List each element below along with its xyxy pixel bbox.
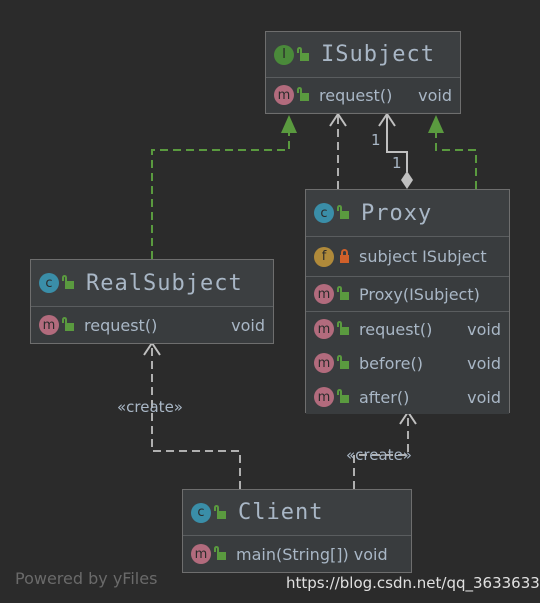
field-row[interactable]: f subject ISubject <box>306 237 509 276</box>
private-icon <box>340 248 349 263</box>
method-type: void <box>418 85 452 105</box>
constructor-name: Proxy(ISubject) <box>359 284 480 304</box>
realization-edge-proxy <box>435 133 477 189</box>
method-type: void <box>231 315 265 335</box>
field-icon: f <box>314 246 334 267</box>
method-name: main(String[]) void <box>236 544 388 564</box>
method-name: request() <box>359 319 433 339</box>
method-row[interactable]: m request() void <box>306 312 509 346</box>
public-icon <box>337 389 349 403</box>
constructor-row[interactable]: m Proxy(ISubject) <box>306 277 509 311</box>
method-type: void <box>467 353 501 373</box>
public-icon <box>214 504 226 519</box>
class-realsubject[interactable]: c RealSubject m request() void <box>30 259 274 344</box>
class-icon: c <box>314 203 334 223</box>
method-icon: m <box>314 319 334 339</box>
public-icon <box>214 546 226 560</box>
class-name: Proxy <box>361 200 433 226</box>
class-isubject[interactable]: I ISubject m request() void <box>265 31 461 114</box>
class-name: ISubject <box>321 42 435 67</box>
public-icon <box>337 205 349 219</box>
public-icon <box>297 46 309 61</box>
method-icon: m <box>314 387 334 407</box>
runnable-class-icon: c <box>191 502 211 523</box>
method-row[interactable]: m request() void <box>31 307 273 343</box>
method-name: after() <box>359 387 410 407</box>
method-name: before() <box>359 353 423 373</box>
powered-by-label: Powered by yFiles <box>15 569 158 588</box>
class-icon: c <box>39 273 59 293</box>
create-edge-client-realsubject <box>151 345 241 489</box>
method-name: request() <box>319 85 393 105</box>
realization-arrowhead <box>428 115 444 133</box>
method-type: void <box>467 319 501 339</box>
method-row[interactable]: m request() void <box>266 78 460 112</box>
method-row[interactable]: m after() void <box>306 380 509 414</box>
field-name: subject ISubject <box>359 247 487 266</box>
method-row[interactable]: m main(String[]) void <box>183 536 411 572</box>
interface-icon: I <box>274 44 294 65</box>
aggregation-diamond <box>401 171 413 189</box>
method-row[interactable]: m before() void <box>306 346 509 380</box>
method-icon: m <box>314 284 334 304</box>
class-name: RealSubject <box>86 270 243 296</box>
method-icon: m <box>314 353 334 373</box>
public-icon <box>62 317 74 331</box>
method-name: request() <box>84 315 158 335</box>
create-label: «create» <box>117 398 183 416</box>
public-icon <box>337 286 349 300</box>
multiplicity-label: 1 <box>371 131 381 149</box>
public-icon <box>337 321 349 335</box>
class-proxy[interactable]: c Proxy f subject ISubject m Proxy(ISubject… <box>305 189 510 414</box>
realization-edge-realsubject <box>151 133 290 259</box>
public-icon <box>337 355 349 369</box>
class-client[interactable]: c Client m main(String[]) void <box>182 489 412 573</box>
method-icon: m <box>39 315 59 335</box>
method-type: void <box>467 387 501 407</box>
realization-arrowhead <box>281 115 297 133</box>
abstract-method-icon: m <box>274 85 294 105</box>
class-name: Client <box>238 500 324 525</box>
watermark-url: https://blog.csdn.net/qq_36336332 <box>286 574 540 592</box>
create-label: «create» <box>346 446 412 464</box>
public-icon <box>297 87 309 101</box>
public-icon <box>62 275 74 289</box>
multiplicity-label: 1 <box>392 154 402 172</box>
static-method-icon: m <box>191 544 211 564</box>
